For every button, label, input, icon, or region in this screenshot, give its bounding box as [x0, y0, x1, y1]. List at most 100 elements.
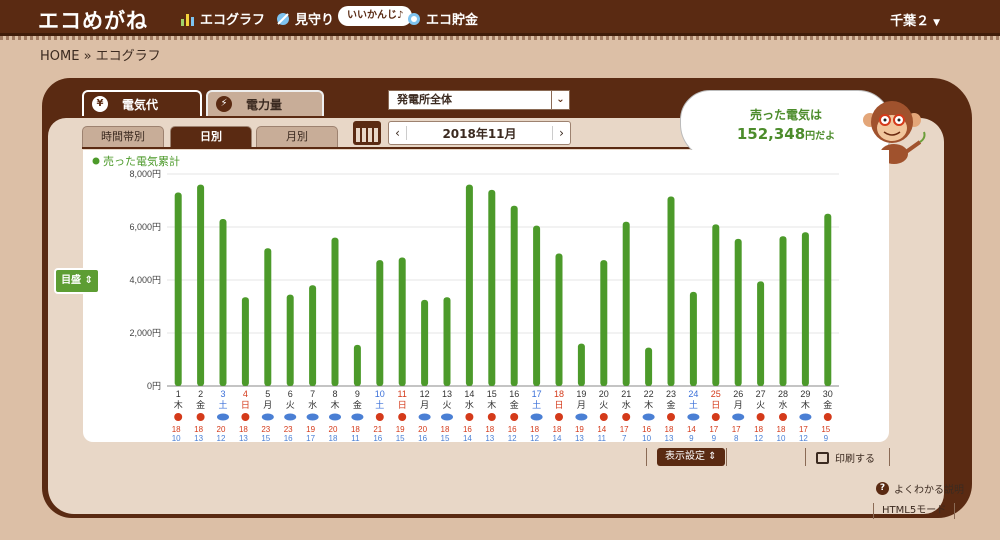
high-temp: 18	[665, 425, 674, 434]
tab-electricity-amount-label: 電力量	[246, 97, 283, 112]
sun-icon	[756, 413, 765, 421]
sun-icon	[510, 413, 519, 421]
x-tick-day: 9	[355, 389, 360, 399]
cloud-icon	[687, 413, 700, 421]
x-tick-day: 21	[621, 389, 631, 399]
top-nav: エコめがね エコグラフ 見守り いいかんじ♪ エコ貯金 千葉２ ▼	[0, 0, 1000, 36]
bar	[286, 294, 294, 386]
satellite-icon	[277, 12, 289, 25]
bar	[219, 219, 227, 386]
nav-eco-graph[interactable]: エコグラフ	[180, 9, 265, 28]
x-tick-weekday: 月	[420, 400, 429, 410]
cloud-icon	[530, 413, 543, 421]
display-settings-button[interactable]: 表示設定 ⇕	[657, 448, 725, 466]
high-temp: 20	[418, 425, 427, 434]
y-tick-label: 6,000円	[129, 222, 161, 232]
high-temp: 23	[261, 425, 270, 434]
x-tick-weekday: 火	[756, 400, 765, 410]
legend-dot	[92, 157, 100, 165]
bar	[309, 285, 317, 386]
x-tick-weekday: 金	[353, 399, 362, 410]
x-tick-day: 6	[288, 389, 293, 399]
tab-electricity-cost-label: 電気代	[122, 97, 159, 112]
x-tick-weekday: 土	[532, 399, 541, 410]
display-settings-label: 表示設定	[665, 451, 705, 462]
print-button[interactable]: 印刷する	[816, 450, 875, 465]
nav-eco-savings-label: エコ貯金	[426, 13, 479, 28]
x-tick-day: 11	[398, 389, 407, 399]
x-tick-day: 23	[666, 389, 676, 399]
cloud-icon	[329, 413, 341, 421]
app-logo[interactable]: エコめがね	[38, 5, 148, 35]
y-tick-label: 2,000円	[129, 328, 161, 338]
high-temp: 19	[306, 425, 315, 434]
x-tick-day: 12	[420, 389, 430, 399]
sold-unit: 円だよ	[805, 131, 836, 142]
x-tick-weekday: 水	[778, 399, 787, 410]
bar	[376, 260, 384, 386]
sold-label: 売った電気は	[749, 108, 822, 122]
y-tick-label: 0円	[147, 381, 161, 391]
x-tick-weekday: 月	[263, 400, 272, 410]
sun-icon	[667, 413, 675, 421]
high-temp: 19	[575, 425, 584, 434]
prev-month-button[interactable]: ‹	[389, 126, 407, 140]
high-temp: 16	[463, 425, 472, 434]
scale-button[interactable]: 目盛 ⇕	[54, 268, 100, 294]
tab-electricity-cost[interactable]: ¥ 電気代	[82, 90, 202, 116]
sun-icon	[555, 413, 563, 421]
x-tick-weekday: 火	[599, 400, 608, 410]
high-temp: 18	[754, 425, 763, 434]
high-temp: 16	[508, 425, 517, 434]
help-link[interactable]: ? よくわかる説明	[876, 481, 964, 496]
bar	[241, 297, 249, 386]
daily-sales-chart: 売った電気累計0円2,000円4,000円6,000円8,000円1木18102…	[92, 154, 839, 442]
sun-icon	[174, 413, 183, 421]
high-temp: 17	[799, 425, 808, 434]
plant-select-value: 発電所全体	[397, 93, 452, 106]
high-temp: 16	[642, 425, 651, 434]
bar	[779, 236, 787, 386]
nav-mimamori[interactable]: 見守り	[275, 9, 334, 28]
user-menu[interactable]: 千葉２ ▼	[890, 10, 940, 29]
x-tick-day: 5	[265, 389, 270, 399]
high-temp: 15	[821, 425, 830, 434]
low-temp: 11	[598, 434, 607, 442]
tab-hourly[interactable]: 時間帯別	[82, 126, 164, 148]
html5-mode-link[interactable]: HTML5モード	[873, 503, 956, 519]
tab-daily[interactable]: 日別	[170, 126, 252, 148]
bar	[667, 196, 675, 386]
high-temp: 20	[329, 425, 338, 434]
x-tick-day: 1	[176, 389, 181, 399]
low-temp: 13	[239, 434, 248, 442]
low-temp: 12	[754, 434, 763, 442]
plant-select[interactable]: 発電所全体 ⌄	[388, 90, 570, 110]
low-temp: 14	[463, 434, 472, 442]
bar	[174, 192, 182, 386]
low-temp: 10	[777, 434, 786, 442]
cloud-icon	[351, 413, 364, 421]
low-temp: 16	[373, 434, 382, 442]
chevron-down-icon: ▼	[933, 18, 940, 28]
high-temp: 21	[373, 425, 382, 434]
x-tick-day: 16	[509, 389, 519, 399]
y-tick-label: 4,000円	[129, 275, 161, 285]
tab-monthly[interactable]: 月別	[256, 126, 338, 148]
low-temp: 9	[712, 434, 717, 442]
x-tick-weekday: 日	[554, 400, 563, 410]
high-temp: 23	[284, 425, 293, 434]
x-tick-weekday: 土	[375, 399, 384, 410]
bar	[488, 189, 496, 386]
bar	[600, 260, 608, 386]
x-tick-day: 15	[487, 389, 497, 399]
nav-eco-savings[interactable]: エコ貯金	[406, 9, 478, 28]
high-temp: 18	[485, 425, 494, 434]
cloud-icon	[642, 413, 655, 421]
cloud-icon	[441, 413, 453, 421]
calendar-icon[interactable]	[353, 121, 381, 145]
low-temp: 13	[665, 434, 674, 442]
next-month-button[interactable]: ›	[552, 126, 570, 140]
tab-electricity-amount[interactable]: ⚡ 電力量	[206, 90, 324, 116]
x-tick-day: 18	[554, 389, 564, 399]
chevron-down-icon: ⌄	[551, 91, 569, 109]
